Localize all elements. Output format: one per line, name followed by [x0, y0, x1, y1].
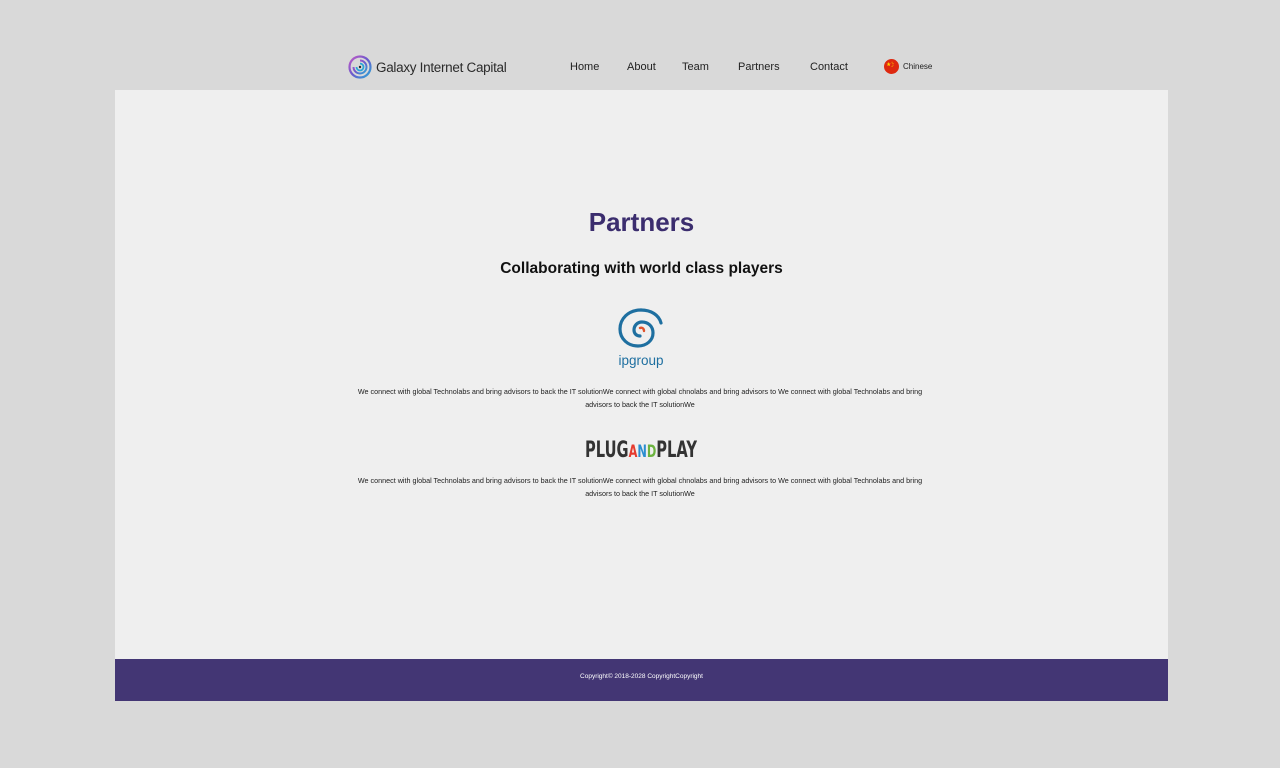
pnp-plug: PLUG: [585, 438, 629, 460]
partner-description: We connect with global Technolabs and br…: [357, 387, 923, 409]
ipgroup-swirl-icon: [618, 308, 663, 348]
page: Galaxy Internet Capital Home About Team …: [0, 0, 1280, 768]
pnp-play: PLAY: [656, 438, 697, 460]
page-title: Partners: [588, 207, 695, 237]
plugandplay-logo: PLUGANDPLAY: [585, 438, 697, 460]
nav-team[interactable]: Team: [682, 61, 709, 73]
content-panel: Partners Collaborating with world class …: [115, 90, 1168, 659]
brand-logo-link[interactable]: Galaxy Internet Capital: [348, 55, 507, 79]
copyright-text: Copyright© 2018-2028 CopyrightCopyright: [580, 673, 703, 680]
plugandplay-wordmark: PLUGANDPLAY: [585, 438, 697, 460]
language-label: Chinese: [903, 62, 933, 71]
site-footer: Copyright© 2018-2028 CopyrightCopyright: [115, 659, 1168, 701]
partner-description: We connect with global Technolabs and br…: [357, 476, 923, 498]
pnp-n: N: [637, 442, 647, 460]
language-switch[interactable]: Chinese: [884, 59, 932, 74]
pnp-d: D: [647, 442, 656, 460]
swirl-logo-icon: [348, 55, 372, 79]
nav-contact[interactable]: Contact: [810, 61, 848, 73]
site-header: Galaxy Internet Capital Home About Team …: [0, 52, 1280, 82]
page-subtitle: Collaborating with world class players: [500, 260, 783, 277]
ipgroup-logo: ipgroup: [618, 308, 664, 368]
nav-partners[interactable]: Partners: [738, 61, 780, 73]
ipgroup-wordmark: ipgroup: [618, 353, 663, 368]
china-flag-icon: [884, 59, 899, 74]
nav-home[interactable]: Home: [570, 61, 599, 73]
brand-name: Galaxy Internet Capital: [376, 59, 507, 75]
nav-about[interactable]: About: [627, 61, 656, 73]
